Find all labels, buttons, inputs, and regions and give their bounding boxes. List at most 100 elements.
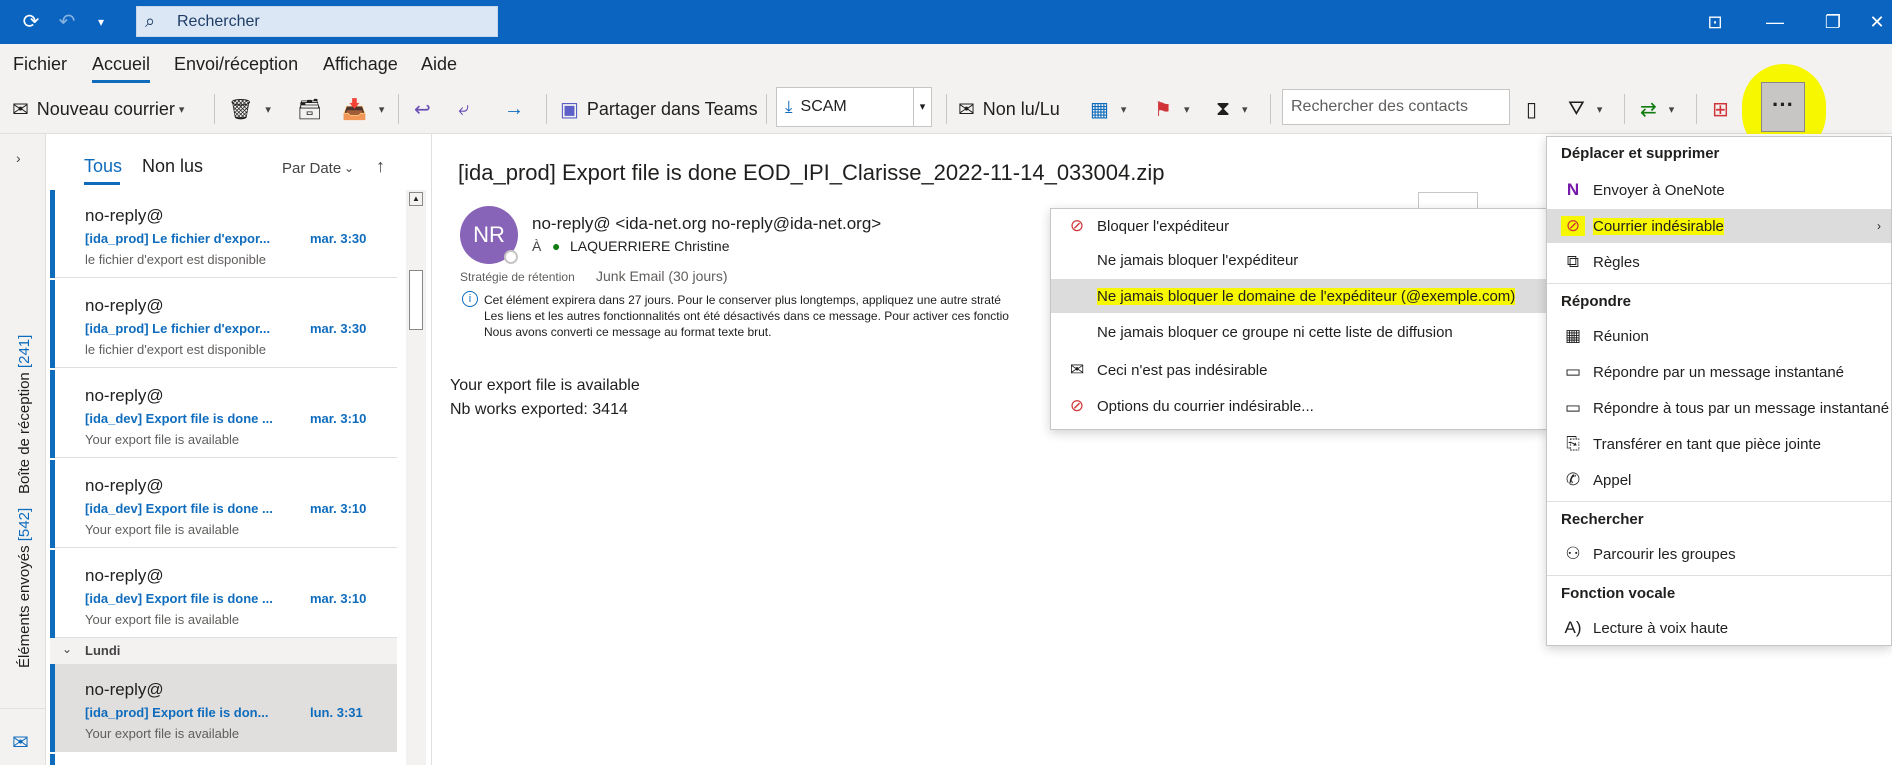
list-item[interactable]: no-reply@ [ida_prod] Le fichier d'expor.… [50,280,397,368]
item-preview: Your export file is available [85,522,240,537]
search-contacts-input[interactable]: Rechercher des contacts [1282,89,1510,125]
menu-item-label: Ceci n'est pas indésirable [1097,361,1268,379]
envelope-open-icon: ✉ [958,98,975,121]
list-item[interactable]: no-reply@ [ida_dev] Export file is done … [50,550,397,638]
body-line: Your export file is available [450,377,640,394]
folder-inbox[interactable]: Boîte de réception [241] [16,335,33,494]
undo-icon[interactable]: ↶ [54,10,80,34]
unread-indicator [50,754,55,765]
group-header-label: Lundi [85,643,121,658]
snooze-button[interactable]: ⧗ ▾ [1216,93,1248,125]
move-folder-icon: 📥 [342,98,367,121]
filter-unread-tab[interactable]: Non lus [142,156,203,177]
reply-im-item[interactable]: ▭ Répondre par un message instantané [1547,355,1891,389]
new-mail-button[interactable]: ✉ Nouveau courrier ▾ [12,93,184,125]
browse-groups-item[interactable]: ⚇ Parcourir les groupes [1547,537,1891,571]
menu-item-label: Appel [1593,471,1632,489]
email-sender[interactable]: no-reply@ <ida-net.org no-reply@ida-net.… [532,214,881,234]
filter-button[interactable]: ⛛ ▾ [1568,93,1602,125]
info-line: Nous avons converti ce message au format… [484,325,772,339]
reply-all-icon: ⤶ [458,97,470,120]
archive-button[interactable]: 🗃 [297,93,330,125]
minimize-icon[interactable]: — [1760,8,1790,36]
expand-folder-pane-icon[interactable]: › [16,150,21,166]
tab-aide[interactable]: Aide [421,54,457,75]
list-item-selected[interactable]: no-reply@ [ida_prod] Export file is don.… [50,664,397,752]
forward-attachment-item[interactable]: ⎘ Transférer en tant que pièce jointe [1547,427,1891,461]
menu-item-label: Transférer en tant que pièce jointe [1593,435,1821,453]
divider [214,94,215,124]
ribbon-display-icon[interactable]: ⊡ [1700,8,1730,36]
sort-by-date[interactable]: Par Date [282,160,341,177]
list-scrollbar[interactable]: ▲ [406,190,426,765]
unread-read-button[interactable]: ✉ Non lu/Lu [958,93,1060,125]
rules-item[interactable]: ⧉ Règles [1547,245,1891,279]
menu-item-label: Parcourir les groupes [1593,545,1736,563]
tab-affichage[interactable]: Affichage [323,54,398,75]
not-junk-item[interactable]: ✉ Ceci n'est pas indésirable [1051,353,1547,387]
categorize-button[interactable]: ▦ ▾ [1090,93,1126,125]
title-bar: ⟳ ↶ ▾ ⌕ Rechercher ⊡ — ❐ ✕ [0,0,1892,44]
move-button[interactable]: 📥 ▾ [342,93,384,125]
item-subject: [ida_dev] Export file is done ... [85,411,273,426]
divider [0,708,46,709]
item-sender: no-reply@ [85,566,164,585]
rules-icon: ⧉ [1566,252,1580,271]
sort-direction-icon[interactable]: ↑ [376,156,385,177]
attachment-forward-icon: ⎘ [1566,434,1580,453]
tab-accueil[interactable]: Accueil [92,54,151,83]
divider [1624,94,1625,124]
scroll-up-icon[interactable]: ▲ [409,192,423,206]
never-block-group-item[interactable]: Ne jamais bloquer ce groupe ni cette lis… [1051,315,1547,349]
categorize-icon: ▦ [1090,98,1109,121]
read-aloud-item[interactable]: A) Lecture à voix haute [1547,611,1891,645]
item-subject: [ida_dev] Export file is done ... [85,501,273,516]
filter-all-tab[interactable]: Tous [84,156,122,177]
never-block-sender-item[interactable]: Ne jamais bloquer l'expéditeur [1051,243,1547,277]
delete-button[interactable]: 🗑 ▾ [228,93,271,125]
list-item[interactable]: no-reply@ [ida_dev] Export file is done … [50,370,397,458]
block-sender-item[interactable]: ⊘ Bloquer l'expéditeur [1051,209,1547,243]
item-preview: Your export file is available [85,612,240,627]
reply-all-button[interactable]: ⤶ [458,93,477,125]
flag-button[interactable]: ⚑ ▾ [1154,93,1189,125]
junk-mail-item[interactable]: ⊘ Courrier indésirable › [1547,209,1891,243]
list-item[interactable]: no-reply@ [ida_prod] Le fichier d'expor.… [50,190,397,278]
to-recipient[interactable]: LAQUERRIERE Christine [570,238,730,254]
share-teams-button[interactable]: ▣ Partager dans Teams [560,93,758,125]
reply-button[interactable]: ↩ [414,93,439,125]
tab-fichier[interactable]: Fichier [13,54,67,75]
tab-envoi-reception[interactable]: Envoi/réception [174,54,298,75]
restore-icon[interactable]: ❐ [1818,8,1848,36]
list-item[interactable]: no-reply@ [ida_dev] Export file is done … [50,460,397,548]
close-icon[interactable]: ✕ [1862,8,1892,36]
menu-item-label: Règles [1593,253,1640,271]
call-item[interactable]: ✆ Appel [1547,463,1891,497]
chevron-down-icon: ▾ [178,103,185,116]
junk-options-item[interactable]: ⊘ Options du courrier indésirable... [1051,389,1547,423]
folder-inbox-label: Boîte de réception [16,372,33,494]
chevron-down-icon[interactable]: ⌄ [344,161,354,175]
move-to-folder-select[interactable]: ⤓ SCAM ▾ [776,87,932,127]
quick-access-dropdown-icon[interactable]: ▾ [88,10,114,34]
search-box[interactable]: ⌕ Rechercher [136,6,498,37]
send-to-onenote-item[interactable]: N Envoyer à OneNote [1547,173,1891,207]
address-book-button[interactable]: ▯ [1526,93,1545,125]
message-list: Tous Non lus Par Date ⌄ ↑ no-reply@ [ida… [50,134,432,765]
people-icon: ⚇ [1565,544,1581,563]
translate-button[interactable]: ⇄ ▾ [1640,93,1674,125]
folder-sent[interactable]: Éléments envoyés [542] [16,508,33,668]
forward-icon: → [504,97,524,120]
never-block-domain-item[interactable]: Ne jamais bloquer le domaine de l'expédi… [1051,279,1547,313]
apps-button[interactable]: ⊞ [1712,93,1737,125]
meeting-item[interactable]: ▦ Réunion [1547,319,1891,353]
forward-button[interactable]: → [504,93,532,125]
more-options-button[interactable]: ··· [1761,82,1805,132]
scroll-thumb[interactable] [409,270,423,330]
sync-icon[interactable]: ⟳ [18,10,44,34]
mail-icon[interactable]: ✉ [12,730,29,755]
group-header[interactable]: ⌄ Lundi [50,638,397,664]
chevron-down-icon[interactable]: ▾ [913,88,931,126]
folder-pane-collapsed: › Boîte de réception [241] Éléments envo… [0,134,46,765]
reply-all-im-item[interactable]: ▭ Répondre à tous par un message instant… [1547,391,1891,425]
